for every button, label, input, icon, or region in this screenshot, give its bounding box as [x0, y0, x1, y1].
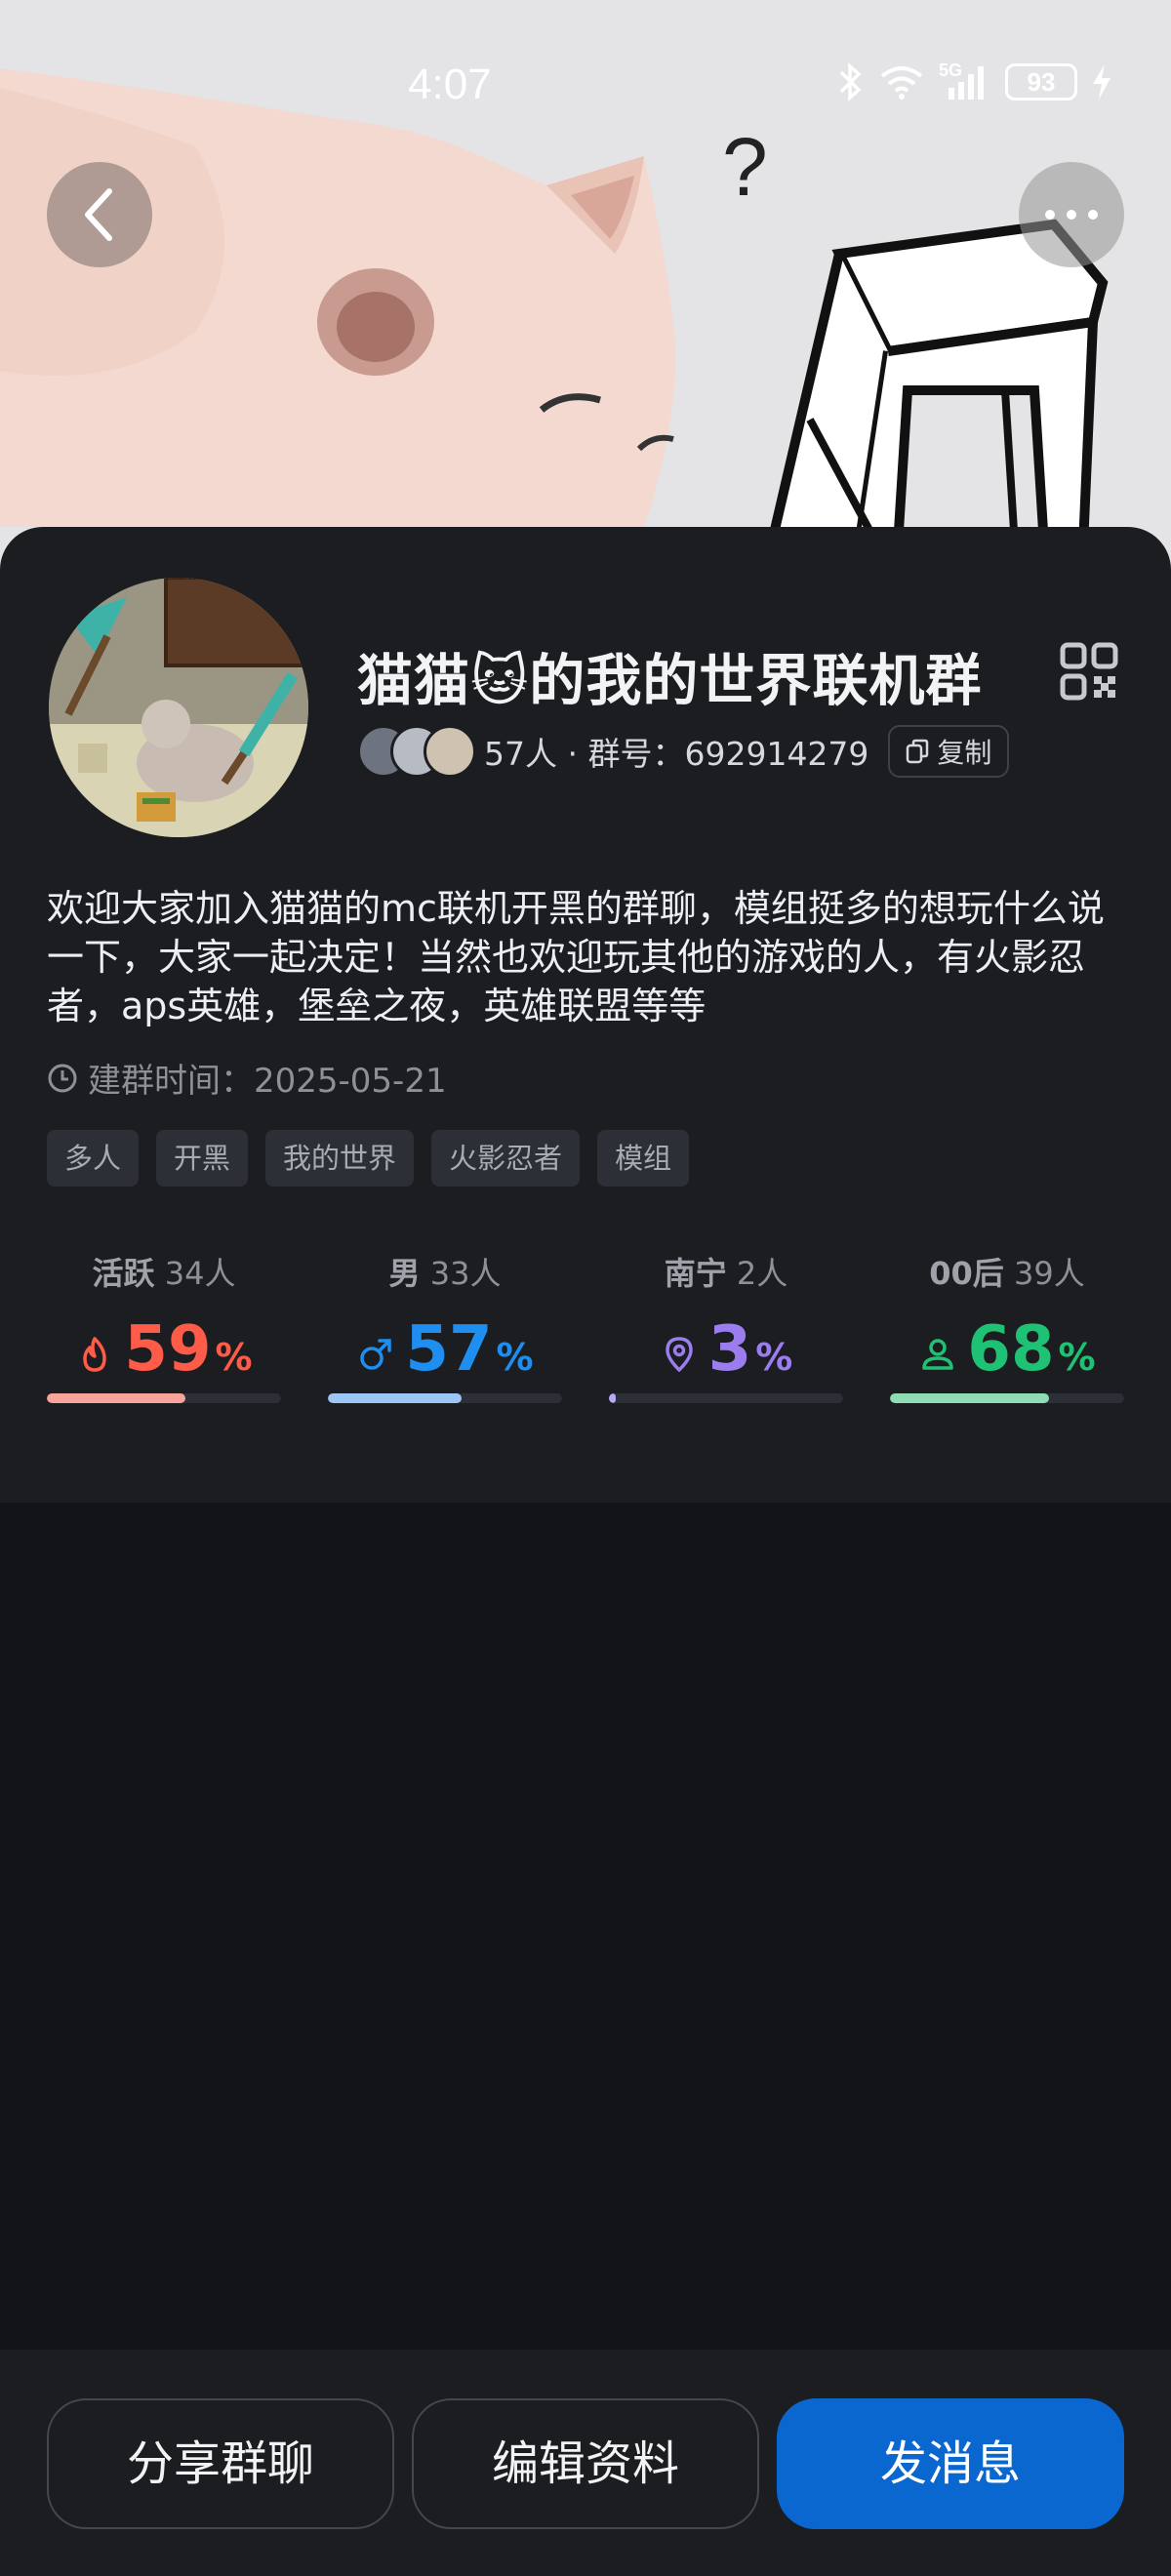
signal-icon: 5G: [939, 60, 991, 101]
more-horizontal-icon: [1045, 210, 1098, 220]
stat-label: 00后 39人: [929, 1255, 1085, 1292]
group-name: 猫猫🐱的我的世界联机群: [357, 649, 983, 713]
bottom-action-bar: 分享群聊 编辑资料 发消息: [0, 2350, 1171, 2576]
member-stats: 活跃 34人 59% 男 33人 57% 南宁 2人 3% 00后 39人 68…: [47, 1249, 1124, 1444]
copy-icon: [907, 739, 929, 764]
more-options-button[interactable]: [1019, 162, 1124, 267]
stat-active[interactable]: 活跃 34人 59%: [47, 1249, 281, 1444]
created-label: 建群时间：: [88, 1062, 254, 1101]
status-time: 4:07: [408, 60, 492, 108]
created-date-row: 建群时间：2025-05-21: [47, 1054, 447, 1102]
stat-bar: [890, 1393, 1124, 1403]
charging-icon: [1093, 64, 1110, 100]
copy-group-id-button[interactable]: 复制: [888, 725, 1010, 778]
chevron-left-icon: [85, 188, 112, 241]
bluetooth-icon: [839, 62, 862, 101]
tag-item[interactable]: 模组: [597, 1130, 690, 1187]
member-avatars[interactable]: [357, 723, 478, 780]
battery-icon: 93: [1005, 63, 1077, 101]
stat-label: 男 33人: [388, 1255, 502, 1292]
stat-bar: [328, 1393, 562, 1403]
stat-label: 活跃 34人: [92, 1255, 236, 1292]
tag-item[interactable]: 火影忍者: [431, 1130, 581, 1187]
group-info-card: 猫猫🐱的我的世界联机群 57人 · 群号：692914279 复制 欢迎大家加入…: [0, 527, 1171, 1503]
back-button[interactable]: [47, 162, 152, 267]
stat-label: 南宁 2人: [664, 1255, 788, 1292]
send-message-button[interactable]: 发消息: [777, 2398, 1124, 2529]
stat-bar: [609, 1393, 843, 1403]
stat-value: 57%: [328, 1315, 562, 1393]
share-group-button[interactable]: 分享群聊: [47, 2398, 394, 2529]
stat-male[interactable]: 男 33人 57%: [328, 1249, 562, 1444]
tag-item[interactable]: 我的世界: [265, 1130, 415, 1187]
stat-age[interactable]: 00后 39人 68%: [890, 1249, 1124, 1444]
minecraft-cat-avatar-image: [49, 578, 308, 837]
qr-code-icon[interactable]: [1060, 642, 1118, 701]
group-description: 欢迎大家加入猫猫的mc联机开黑的群聊，模组挺多的想玩什么说一下，大家一起决定！当…: [47, 887, 1105, 1027]
wifi-icon: [880, 66, 923, 100]
member-info-row: 57人 · 群号：692914279 复制: [357, 722, 1010, 781]
status-bar: 4:07 5G 93: [0, 0, 1171, 172]
member-avatar: [424, 725, 476, 778]
person-icon: [922, 1339, 954, 1370]
location-pin-icon: [665, 1337, 693, 1372]
created-date: 2025-05-21: [254, 1062, 447, 1101]
tag-item[interactable]: 多人: [47, 1130, 140, 1187]
tag-item[interactable]: 开黑: [156, 1130, 249, 1187]
member-count-and-group-id: 57人 · 群号：692914279: [484, 735, 869, 773]
stat-location[interactable]: 南宁 2人 3%: [609, 1249, 843, 1444]
male-icon: [360, 1339, 392, 1370]
stat-value: 68%: [890, 1315, 1124, 1393]
clock-icon: [48, 1064, 77, 1092]
stat-value: 59%: [47, 1315, 281, 1393]
edit-profile-button[interactable]: 编辑资料: [412, 2398, 759, 2529]
status-icons: 5G 93: [837, 60, 1112, 101]
stat-bar: [47, 1393, 281, 1403]
stat-value: 3%: [609, 1315, 843, 1393]
flame-icon: [83, 1337, 107, 1372]
group-avatar[interactable]: [49, 578, 308, 837]
copy-label: 复制: [937, 737, 992, 769]
tag-list: 多人 开黑 我的世界 火影忍者 模组: [47, 1130, 690, 1187]
